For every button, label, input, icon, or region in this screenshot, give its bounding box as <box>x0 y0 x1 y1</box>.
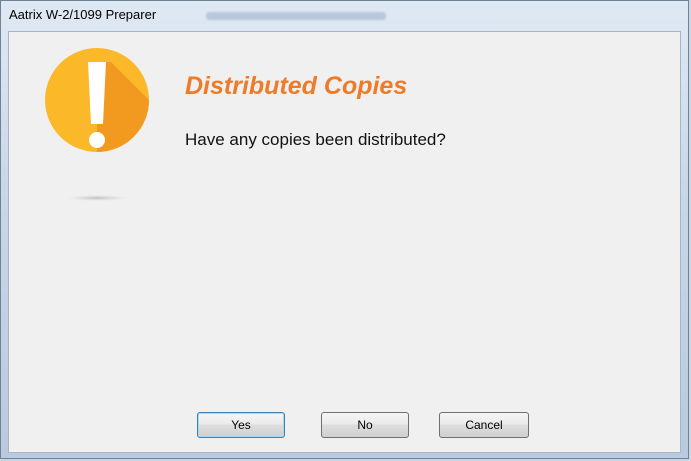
dialog-window: Aatrix W-2/1099 Preparer Distributed Cop… <box>0 0 689 459</box>
warning-exclamation-icon <box>45 48 149 201</box>
window-title: Aatrix W-2/1099 Preparer <box>9 7 157 22</box>
cancel-button[interactable]: Cancel <box>439 412 529 438</box>
no-button[interactable]: No <box>321 412 409 438</box>
title-ghost-text <box>206 12 386 20</box>
dialog-heading: Distributed Copies <box>185 72 408 100</box>
dialog-question: Have any copies been distributed? <box>185 130 446 149</box>
dialog-content: Distributed Copies Have any copies been … <box>8 31 681 453</box>
yes-button[interactable]: Yes <box>197 412 285 438</box>
title-bar[interactable]: Aatrix W-2/1099 Preparer <box>1 1 688 31</box>
